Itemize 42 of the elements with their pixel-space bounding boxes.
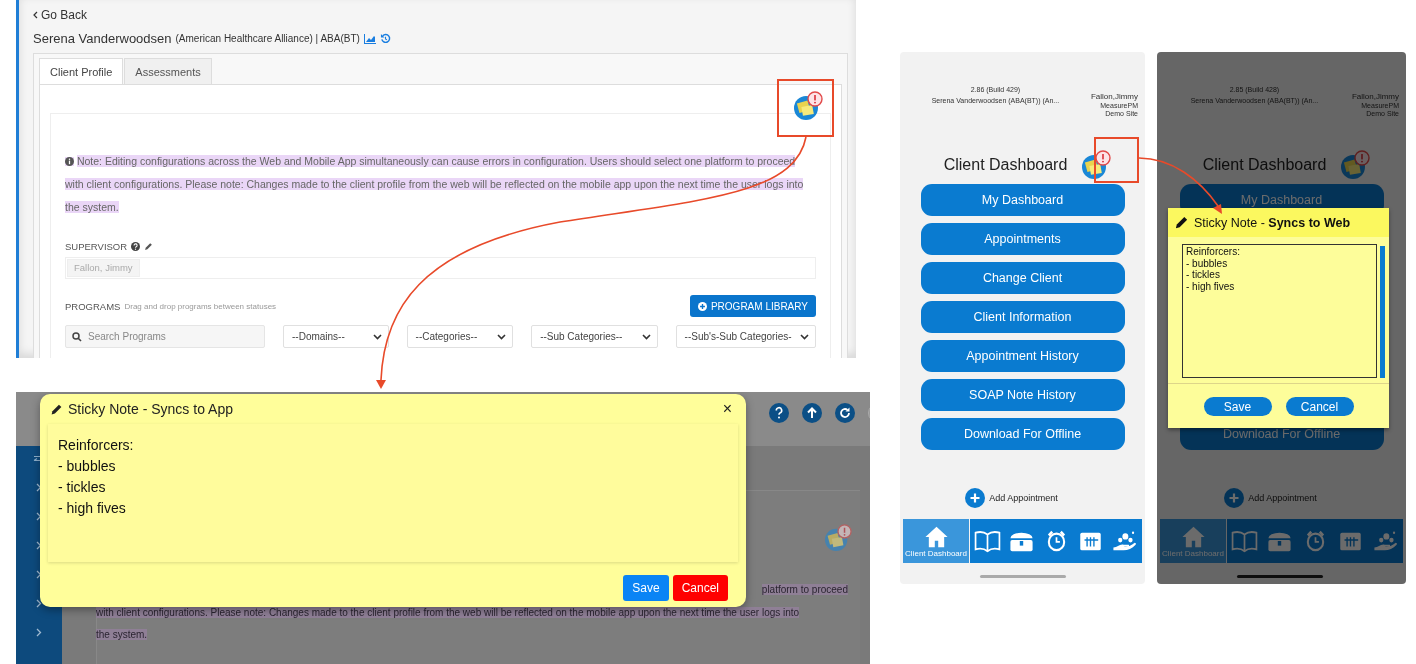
menu-button[interactable]: Change Client bbox=[920, 262, 1125, 294]
close-button[interactable]: × bbox=[716, 400, 738, 418]
field-label: SUPERVISOR bbox=[65, 241, 128, 252]
dialog-title: Sticky Note - Syncs to Web bbox=[1194, 215, 1351, 230]
filter-dropdown[interactable]: --Sub Categories-- bbox=[531, 325, 658, 348]
menu-button[interactable]: SOAP Note History bbox=[920, 379, 1125, 411]
menu-button[interactable]: Client Information bbox=[920, 301, 1125, 333]
menu-button[interactable]: Appointments bbox=[920, 223, 1125, 255]
tab-bar-item[interactable]: Client Dashboard bbox=[1160, 519, 1227, 563]
user-name: Fallon,Jimmy bbox=[1351, 92, 1399, 101]
tab-bar-item[interactable]: Client Dashboard bbox=[903, 519, 970, 563]
section-label: PROGRAMS bbox=[65, 300, 121, 312]
client-name: Serena Vanderwoodsen bbox=[33, 31, 172, 46]
screen-title: Client Dashboard bbox=[1202, 156, 1327, 174]
save-button[interactable]: Save bbox=[1203, 397, 1272, 416]
add-appointment-link[interactable]: Add Appointment bbox=[989, 493, 1058, 503]
supervisor-tag: Fallon, Jimmy bbox=[67, 259, 140, 277]
filter-dropdown[interactable]: --Domains-- bbox=[283, 325, 389, 348]
menu-button[interactable]: Download For Offline bbox=[920, 418, 1125, 450]
add-appointment-link[interactable]: Add Appointment bbox=[1248, 493, 1317, 503]
supervisor-field[interactable]: Fallon, Jimmy bbox=[65, 257, 816, 279]
filter-dropdown[interactable]: --Categories-- bbox=[406, 325, 514, 348]
screen-title: Client Dashboard bbox=[943, 156, 1068, 174]
tab[interactable]: Assessments bbox=[124, 58, 212, 84]
cancel-button[interactable]: Cancel bbox=[672, 575, 728, 601]
cancel-button[interactable]: Cancel bbox=[1285, 397, 1354, 416]
back-link[interactable]: Go Back bbox=[33, 8, 88, 22]
save-button[interactable]: Save bbox=[623, 575, 669, 601]
note-text: platform to proceed bbox=[761, 584, 848, 595]
hint-text: Drag and drop programs between statuses bbox=[124, 301, 277, 311]
filter-dropdown[interactable]: --Sub's-Sub Categories- bbox=[675, 325, 816, 348]
menu-button[interactable]: Appointment History bbox=[920, 340, 1125, 372]
dialog-title: Sticky Note - Syncs to App bbox=[68, 401, 233, 417]
program-library-button[interactable]: PROGRAM LIBRARY bbox=[689, 295, 816, 317]
client-details: (American Healthcare Alliance) | ABA(BT) bbox=[175, 33, 360, 44]
user-name: Fallon,Jimmy bbox=[1090, 92, 1138, 101]
tab[interactable]: Client Profile bbox=[39, 58, 124, 84]
note-field[interactable]: Reinforcers: - bubbles - tickles - high fives bbox=[48, 424, 738, 562]
menu-button[interactable]: My Dashboard bbox=[920, 184, 1125, 216]
note-text: the system. bbox=[96, 629, 148, 640]
note-field[interactable]: Reinforcers: - bubbles - tickles - high fives bbox=[1182, 244, 1377, 378]
search-field[interactable]: Search Programs bbox=[65, 325, 265, 348]
